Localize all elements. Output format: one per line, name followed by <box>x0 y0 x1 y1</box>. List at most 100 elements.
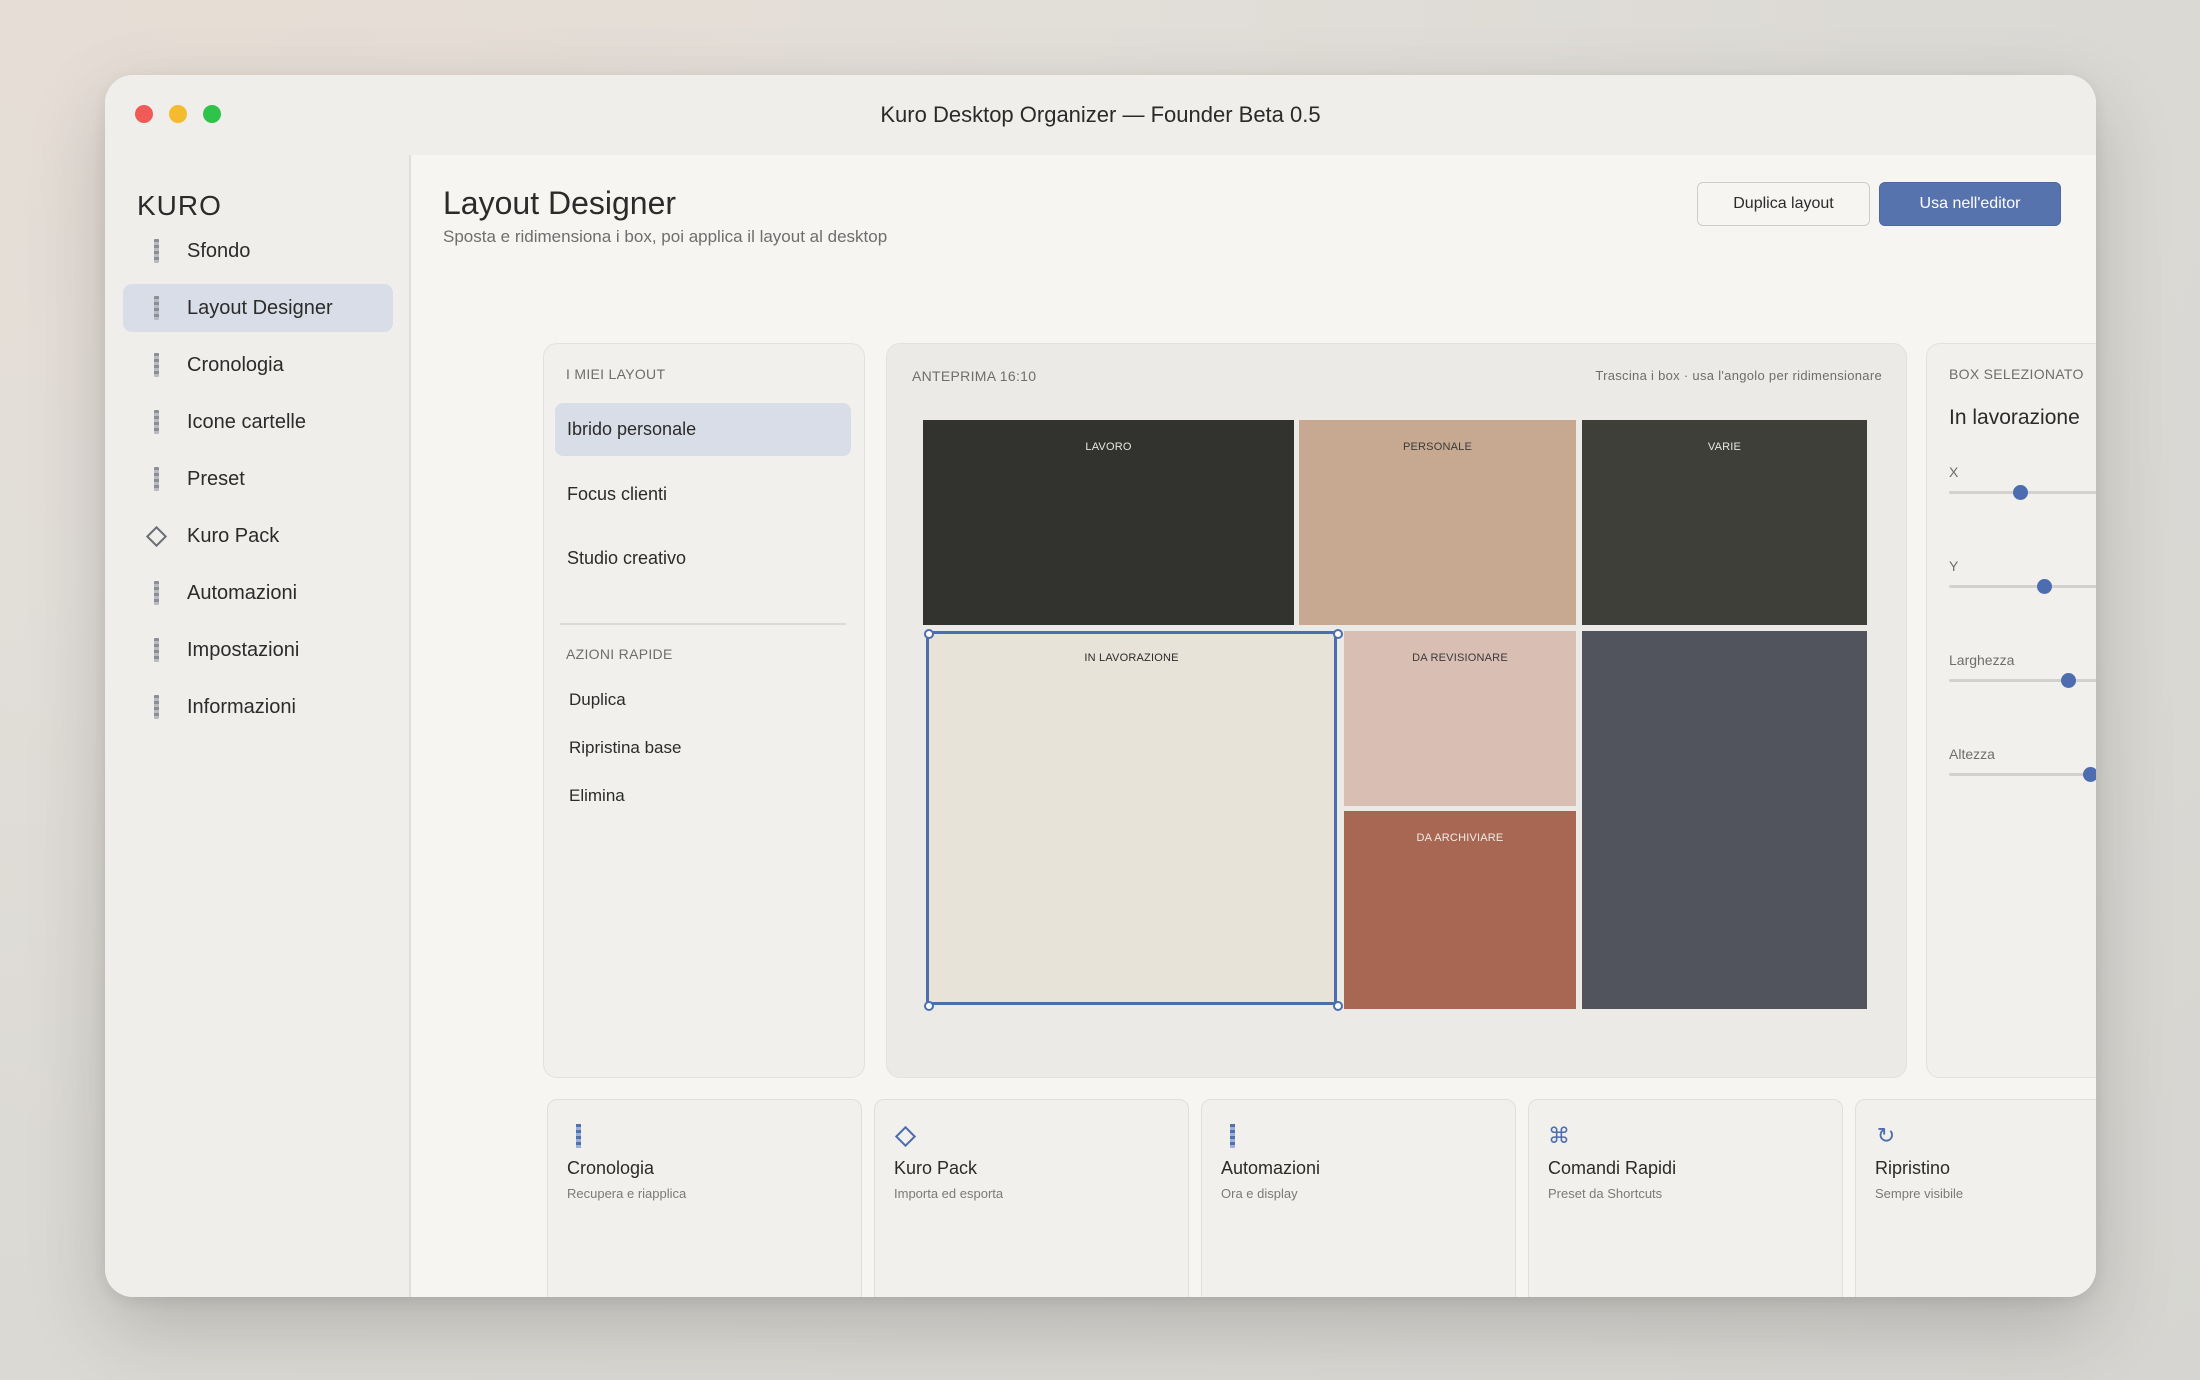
layout-box-unnamed[interactable] <box>1582 631 1867 1009</box>
layout-item-ibrido-personale[interactable]: Ibrido personale <box>555 403 851 456</box>
sidebar-item-label: Impostazioni <box>187 638 300 661</box>
bar-icon <box>141 410 171 434</box>
sidebar-item-icone-cartelle[interactable]: Icone cartelle <box>123 398 393 446</box>
layouts-panel: I MIEI LAYOUT Ibrido personale Focus clie… <box>543 343 865 1078</box>
layout-box-label: LAVORO <box>1085 441 1132 453</box>
card-title: Cronologia <box>567 1158 655 1178</box>
sidebar-item-automazioni[interactable]: Automazioni <box>123 569 393 617</box>
layout-box-da-archiviare[interactable]: DA ARCHIVIARE <box>1344 811 1576 1009</box>
preview-panel: ANTEPRIMA 16:10 Trascina i box · usa l'a… <box>886 343 1907 1078</box>
sidebar-item-label: Informazioni <box>187 695 296 718</box>
selected-box-label: BOX SELEZIONATO <box>1949 366 2084 382</box>
card-title: Automazioni <box>1221 1158 1321 1178</box>
layout-box-in-lavorazione[interactable]: IN LAVORAZIONE <box>924 629 1343 1011</box>
resize-handle-top-left[interactable] <box>924 629 934 639</box>
layout-box-varie[interactable]: VARIE <box>1582 420 1867 625</box>
bar-icon <box>141 695 171 719</box>
zoom-window-button[interactable] <box>203 105 221 123</box>
command-icon: ⌘ <box>1548 1123 1570 1148</box>
preview-canvas[interactable]: LAVORO PERSONALE VARIE IN LAVORAZIONE DA REV… <box>923 420 1871 1011</box>
slider-thumb[interactable] <box>2061 673 2077 688</box>
page-title: Layout Designer <box>443 185 677 221</box>
card-title: Ripristino <box>1875 1158 1951 1178</box>
card-title: Kuro Pack <box>894 1158 978 1178</box>
resize-handle-top-right[interactable] <box>1333 629 1343 639</box>
sidebar-item-label: Icone cartelle <box>187 410 306 433</box>
brand-logo-text: KURO <box>137 190 222 221</box>
my-layouts-label: I MIEI LAYOUT <box>566 366 666 382</box>
sidebar-item-preset[interactable]: Preset <box>123 455 393 503</box>
sidebar-item-label: Cronologia <box>187 353 284 376</box>
layout-box-label: DA REVISIONARE <box>1412 652 1508 664</box>
slider-y[interactable] <box>1949 579 2096 594</box>
card-title: Comandi Rapidi <box>1548 1158 1677 1178</box>
sidebar-item-label: Sfondo <box>187 239 251 262</box>
app-window: Kuro Desktop Organizer — Founder Beta 0.… <box>105 75 2096 1297</box>
bar-icon <box>141 638 171 662</box>
sidebar-item-layout-designer[interactable]: Layout Designer <box>123 284 393 332</box>
sidebar-item-label: Kuro Pack <box>187 524 280 547</box>
resize-handle-bottom-right[interactable] <box>1333 1001 1343 1011</box>
minimize-window-button[interactable] <box>169 105 187 123</box>
feature-card-comandi-rapidi[interactable]: ⌘ Comandi Rapidi Preset da Shortcuts <box>1528 1099 1843 1297</box>
feature-card-kuro-pack[interactable]: Kuro Pack Importa ed esporta <box>874 1099 1189 1297</box>
layout-box-lavoro[interactable]: LAVORO <box>923 420 1294 625</box>
sidebar-item-informazioni[interactable]: Informazioni <box>123 683 393 731</box>
slider-label-y: Y <box>1949 558 1959 574</box>
slider-label-altezza: Altezza <box>1949 746 1995 762</box>
slider-thumb[interactable] <box>2036 579 2052 594</box>
duplicate-layout-button[interactable]: Duplica layout <box>1697 182 1870 226</box>
layout-box-label: DA ARCHIVIARE <box>1416 832 1504 844</box>
layout-item-studio-creativo[interactable]: Studio creativo <box>555 532 851 585</box>
sidebar-item-label: Preset <box>187 467 245 490</box>
card-subtitle: Ora e display <box>1221 1186 1298 1201</box>
action-elimina[interactable]: Elimina <box>569 786 625 806</box>
sidebar-item-label: Automazioni <box>187 581 298 604</box>
layout-box-da-revisionare[interactable]: DA REVISIONARE <box>1344 631 1576 806</box>
sidebar-item-cronologia[interactable]: Cronologia <box>123 341 393 389</box>
inspector-panel: BOX SELEZIONATO In lavorazione X1.0%Y36.… <box>1926 343 2096 1078</box>
diamond-icon <box>893 1122 917 1150</box>
feature-card-ripristino[interactable]: ↻ Ripristino Sempre visibile <box>1855 1099 2096 1297</box>
slider-label-x: X <box>1949 464 1959 480</box>
main-content: Layout Designer Sposta e ridimensiona i … <box>411 155 2096 1297</box>
quick-actions-label: AZIONI RAPIDE <box>566 646 673 662</box>
layout-item-focus-clienti[interactable]: Focus clienti <box>555 468 851 521</box>
bar-icon <box>141 467 171 491</box>
window-controls <box>135 105 221 123</box>
refresh-icon: ↻ <box>1876 1123 1896 1148</box>
feature-card-automazioni[interactable]: Automazioni Ora e display <box>1201 1099 1516 1297</box>
layout-box-label: IN LAVORAZIONE <box>1084 652 1179 664</box>
diamond-icon <box>141 524 171 548</box>
use-in-editor-button[interactable]: Usa nell'editor <box>1879 182 2061 226</box>
slider-thumb[interactable] <box>2083 767 2096 782</box>
slider-label-larghezza: Larghezza <box>1949 652 2015 668</box>
layout-box-label: PERSONALE <box>1402 441 1473 453</box>
title-bar: Kuro Desktop Organizer — Founder Beta 0.… <box>105 75 2096 155</box>
panel-divider <box>560 623 846 625</box>
card-subtitle: Sempre visibile <box>1875 1186 1964 1201</box>
layout-box-personale[interactable]: PERSONALE <box>1299 420 1576 625</box>
preview-label: ANTEPRIMA 16:10 <box>912 368 1037 384</box>
window-title: Kuro Desktop Organizer — Founder Beta 0.… <box>880 102 1321 127</box>
bar-icon <box>566 1122 590 1150</box>
card-subtitle: Recupera e riapplica <box>567 1186 687 1201</box>
action-ripristina-base[interactable]: Ripristina base <box>569 738 681 758</box>
sidebar: KURO Sfondo Layout Designer Cronologia Icon… <box>105 155 411 1297</box>
sidebar-nav: Sfondo Layout Designer Cronologia Icone car… <box>123 227 393 740</box>
sidebar-item-impostazioni[interactable]: Impostazioni <box>123 626 393 674</box>
feature-card-cronologia[interactable]: Cronologia Recupera e riapplica <box>547 1099 862 1297</box>
sidebar-item-kuro-pack[interactable]: Kuro Pack <box>123 512 393 560</box>
slider-thumb[interactable] <box>2012 485 2028 500</box>
sidebar-item-label: Layout Designer <box>187 296 333 319</box>
slider-larghezza[interactable] <box>1949 673 2096 688</box>
slider-altezza[interactable] <box>1949 767 2096 782</box>
close-window-button[interactable] <box>135 105 153 123</box>
sidebar-item-sfondo[interactable]: Sfondo <box>123 227 393 275</box>
page-subtitle: Sposta e ridimensiona i box, poi applica… <box>443 227 888 246</box>
selected-box-title: In lavorazione <box>1949 406 2080 429</box>
resize-handle-bottom-left[interactable] <box>924 1001 934 1011</box>
bar-icon <box>141 296 171 320</box>
slider-x[interactable] <box>1949 485 2096 500</box>
action-duplica[interactable]: Duplica <box>569 690 626 710</box>
